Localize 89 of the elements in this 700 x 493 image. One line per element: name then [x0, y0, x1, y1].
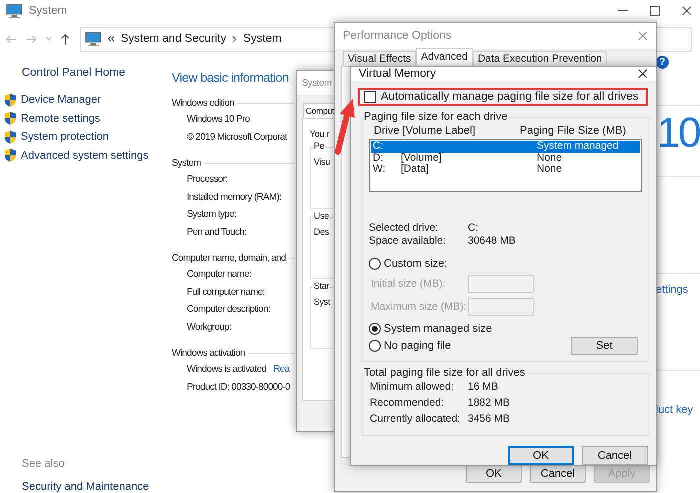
field-label: Initial size (MB):: [371, 278, 447, 290]
info-text: Visu: [314, 157, 332, 167]
column-header: Drive [Volume Label]: [374, 125, 476, 137]
group-title: Paging file size for each drive: [363, 111, 509, 123]
info-label: Full computer name:: [187, 286, 265, 298]
section-title: Windows activation: [172, 347, 246, 361]
page-heading: View basic information: [172, 70, 290, 86]
chevrons-icon: [108, 36, 115, 42]
group-title: Star: [314, 281, 330, 291]
info-label: Windows is activated: [187, 364, 267, 375]
section-title: Windows edition: [172, 97, 234, 111]
window-title: System: [29, 5, 68, 17]
sidebar-link[interactable]: System protection: [21, 131, 110, 144]
dropdown-icon[interactable]: [46, 37, 52, 41]
list-row[interactable]: D: [Volume] None: [371, 152, 640, 164]
forward-icon[interactable]: [26, 34, 37, 44]
computer-icon: [85, 32, 102, 46]
radio-button[interactable]: Custom size:: [369, 255, 642, 272]
close-icon[interactable]: [638, 69, 648, 79]
info-label: Product ID: 00330-80000-0: [187, 382, 290, 392]
info-text: Des: [314, 227, 330, 237]
radio-button[interactable]: No paging file: [369, 338, 452, 354]
shield-icon: [4, 148, 17, 164]
shield-icon: [4, 111, 17, 126]
info-label: © 2019 Microsoft Corporat: [187, 132, 288, 142]
info-value: 1882 MB: [468, 396, 512, 411]
tab[interactable]: Visual Effects: [343, 51, 416, 66]
link[interactable]: Rea: [274, 364, 290, 375]
info-value: 30648 MB: [468, 235, 517, 247]
info-text: You r: [310, 129, 330, 139]
minimize-icon[interactable]: [618, 10, 628, 12]
info-value: 16 MB: [468, 380, 500, 395]
close-icon[interactable]: [682, 6, 692, 16]
info-label: Workgroup:: [187, 322, 232, 332]
group-title: Use: [314, 211, 330, 221]
info-label: Pen and Touch:: [187, 226, 246, 238]
section-title: Computer name, domain, and: [172, 252, 286, 266]
info-value: C:: [468, 222, 480, 234]
column-header: Paging File Size (MB): [520, 125, 626, 137]
list-row[interactable]: W: [Data] None: [371, 164, 640, 176]
info-label: System type:: [187, 209, 236, 220]
info-label: Installed memory (RAM):: [187, 192, 282, 202]
up-icon[interactable]: [61, 34, 70, 44]
window-title: Virtual Memory: [359, 68, 436, 80]
arrow: [335, 99, 355, 155]
set-button[interactable]: Set: [571, 337, 638, 355]
back-icon[interactable]: [6, 34, 17, 44]
dialog-button[interactable]: OK: [466, 465, 522, 483]
info-label: Currently allocated:: [370, 412, 462, 427]
group-title: Total paging file size for all drives: [363, 367, 526, 379]
info-label: Minimum allowed:: [370, 380, 456, 395]
breadcrumb-item[interactable]: System: [243, 33, 282, 45]
info-label: Processor:: [187, 174, 228, 185]
sidebar-link[interactable]: Device Manager: [21, 94, 102, 106]
section-label: See also: [22, 458, 66, 470]
maximize-icon[interactable]: [650, 6, 660, 16]
info-label: Recommended:: [370, 396, 446, 411]
info-label: Windows 10 Pro: [187, 114, 250, 125]
dialog-button[interactable]: Cancel: [530, 465, 586, 483]
dialog-button[interactable]: OK: [508, 446, 574, 465]
checkbox[interactable]: Automatically manage paging file size for all drives: [358, 88, 648, 106]
shield-icon: [4, 130, 17, 145]
window-title: System: [302, 78, 332, 88]
info-value: 3456 MB: [468, 412, 512, 427]
logo-text: 10: [656, 108, 700, 155]
dialog-button[interactable]: Cancel: [582, 446, 648, 465]
window-title: Performance Options: [343, 30, 452, 42]
sidebar-link[interactable]: Control Panel Home: [22, 65, 172, 81]
section-title: System: [172, 157, 201, 171]
radio-button[interactable]: System managed size: [369, 320, 642, 337]
shield-icon: [4, 92, 17, 108]
help-button[interactable]: ?: [656, 56, 669, 69]
tab[interactable]: Advanced: [416, 48, 473, 66]
info-label: Selected drive:: [369, 222, 440, 234]
tab[interactable]: Data Execution Prevention: [472, 51, 608, 66]
info-text: Syst: [314, 297, 332, 307]
chevron-icon: [232, 36, 238, 42]
sidebar-link[interactable]: Security and Maintenance: [22, 481, 172, 493]
sidebar-link[interactable]: Remote settings: [21, 112, 100, 125]
group-title: Pe: [314, 141, 324, 151]
info-label: Space available:: [369, 235, 448, 247]
info-label: Computer description:: [187, 304, 270, 315]
info-label: Computer name:: [187, 269, 252, 280]
breadcrumb-item[interactable]: System and Security: [121, 33, 226, 45]
field-label: Maximum size (MB):: [371, 300, 468, 312]
computer-icon: [6, 4, 23, 18]
link[interactable]: ettings: [656, 284, 688, 296]
sidebar-link[interactable]: Advanced system settings: [21, 150, 149, 162]
list-row[interactable]: C: System managed: [371, 141, 640, 152]
